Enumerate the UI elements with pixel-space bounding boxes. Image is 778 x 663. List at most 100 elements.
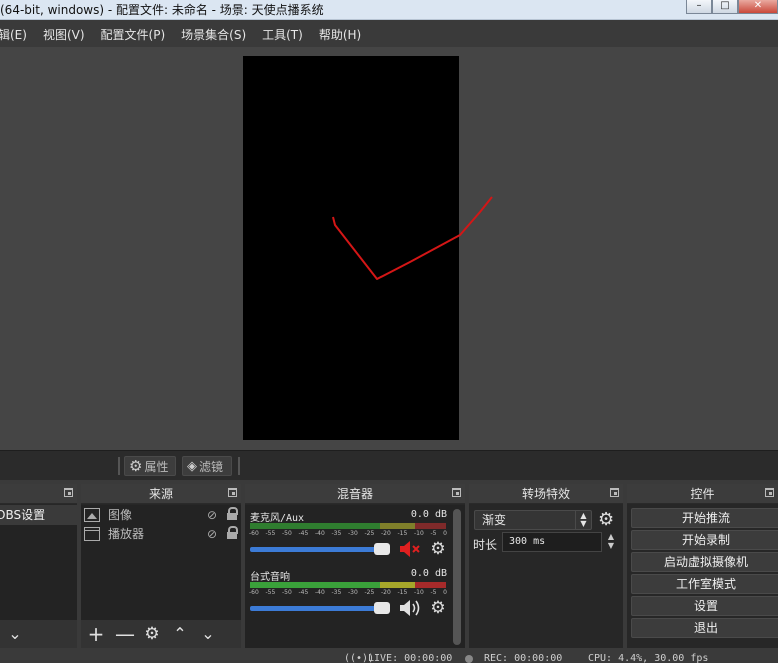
menu-bar: 辑(E) 视图(V) 配置文件(P) 场景集合(S) 工具(T) 帮助(H)	[0, 22, 778, 47]
duration-input[interactable]: 300 ms	[502, 532, 602, 552]
float-dock-icon[interactable]	[610, 488, 619, 497]
controls-body: 开始推流 开始录制 启动虚拟摄像机 工作室模式 设置 退出	[627, 505, 778, 648]
transition-selected: 渐变	[482, 513, 507, 527]
status-bar: ((•)) LIVE: 00:00:00 REC: 00:00:00 CPU: …	[0, 648, 778, 663]
transition-select[interactable]: 渐变 ▲ ▼	[474, 510, 592, 530]
cpu-status: CPU: 4.4%, 30.00 fps	[588, 653, 709, 663]
window-title: (64-bit, windows) - 配置文件: 未命名 - 场景: 天使点播…	[0, 3, 324, 17]
lock-icon[interactable]	[227, 507, 238, 520]
gear-icon: ⚙	[129, 457, 143, 475]
sources-list: 图像 ⊘ 播放器 ⊘	[81, 505, 241, 620]
float-dock-icon[interactable]	[452, 488, 461, 497]
volume-meter	[250, 523, 446, 529]
menu-tools[interactable]: 工具(T)	[254, 26, 311, 43]
controls-dock: 控件 开始推流 开始录制 启动虚拟摄像机 工作室模式 设置 退出	[627, 484, 778, 648]
sources-dock: 来源 图像 ⊘ 播放器 ⊘ + — ⚙ ⌃ ⌄	[81, 484, 241, 648]
menu-profile[interactable]: 配置文件(P)	[93, 26, 174, 43]
add-icon[interactable]: +	[87, 624, 105, 644]
speaker-icon[interactable]	[399, 599, 423, 617]
filter-icon: ◈	[187, 458, 197, 474]
volume-slider[interactable]	[250, 606, 390, 611]
visibility-eye-icon[interactable]: ⊘	[207, 508, 217, 522]
mixer-scrollbar[interactable]	[453, 509, 461, 645]
volume-slider[interactable]	[250, 547, 390, 552]
float-dock-icon[interactable]	[765, 488, 774, 497]
window-controls: – □ ✕	[686, 0, 778, 14]
scenes-toolbar: ⌄	[0, 620, 77, 648]
duration-stepper-icon[interactable]: ▲ ▼	[604, 532, 618, 552]
source-item[interactable]: 图像 ⊘	[81, 505, 241, 524]
preview-area[interactable]	[0, 47, 778, 450]
studio-mode-button[interactable]: 工作室模式	[631, 574, 778, 594]
start-recording-button[interactable]: 开始录制	[631, 530, 778, 550]
gear-icon[interactable]: ⚙	[429, 599, 447, 617]
start-streaming-button[interactable]: 开始推流	[631, 508, 778, 528]
source-name: 图像	[108, 508, 133, 522]
properties-label: 属性	[144, 459, 169, 474]
sources-toolbar: + — ⚙ ⌃ ⌄	[81, 620, 241, 648]
move-up-icon[interactable]: ⌃	[171, 624, 189, 644]
scenes-dock: OBS设置 ⌄	[0, 484, 77, 648]
live-status: LIVE: 00:00:00	[368, 653, 453, 663]
scene-item[interactable]: OBS设置	[0, 505, 77, 525]
sources-title: 来源	[148, 487, 173, 501]
transitions-dock-header: 转场特效	[469, 484, 623, 504]
menu-help[interactable]: 帮助(H)	[311, 26, 369, 43]
minimize-icon[interactable]: –	[686, 0, 712, 14]
transitions-title: 转场特效	[521, 487, 570, 501]
media-source-icon	[84, 526, 100, 541]
meter-scale: -60 -55 -50 -45 -40 -35 -30 -25 -20 -15 -10 -5 0	[249, 530, 447, 537]
filters-label: 滤镜	[199, 459, 224, 474]
move-down-icon[interactable]: ⌄	[199, 624, 217, 644]
float-dock-icon[interactable]	[228, 488, 237, 497]
channel-db: 0.0 dB	[410, 509, 447, 520]
image-icon	[84, 507, 100, 522]
annotation-checkmark	[332, 196, 493, 280]
muted-speaker-icon[interactable]	[399, 540, 423, 558]
exit-button[interactable]: 退出	[631, 618, 778, 638]
maximize-icon[interactable]: □	[712, 0, 738, 14]
transitions-body: 渐变 ▲ ▼ ⚙ 时长 300 ms ▲ ▼	[469, 505, 623, 648]
volume-slider-handle[interactable]	[374, 602, 390, 614]
toolbar-separator	[238, 457, 240, 475]
properties-button[interactable]: ⚙ 属性	[124, 456, 176, 476]
float-dock-icon[interactable]	[64, 488, 73, 497]
filters-button[interactable]: ◈ 滤镜	[182, 456, 232, 476]
settings-button[interactable]: 设置	[631, 596, 778, 616]
audio-mixer-dock: 混音器 麦克风/Aux 0.0 dB -60 -55 -50 -45 -40 -35 -30…	[245, 484, 465, 648]
chevron-updown-icon: ▲ ▼	[575, 511, 591, 529]
window-title-bar: (64-bit, windows) - 配置文件: 未命名 - 场景: 天使点播…	[0, 0, 778, 20]
mixer-channel-mic: 麦克风/Aux 0.0 dB -60 -55 -50 -45 -40 -35 -30 -25-…	[249, 509, 449, 565]
scene-item-label: OBS设置	[0, 508, 46, 522]
scenes-dock-header	[0, 484, 77, 504]
meter-scale: -60 -55 -50 -45 -40 -35 -30 -25 -20 -15 -10 -5 0	[249, 589, 447, 596]
volume-slider-handle[interactable]	[374, 543, 390, 555]
source-item[interactable]: 播放器 ⊘	[81, 524, 241, 543]
menu-view[interactable]: 视图(V)	[35, 26, 93, 43]
move-scene-down-icon[interactable]: ⌄	[6, 624, 24, 644]
mixer-title: 混音器	[336, 487, 373, 501]
lock-icon[interactable]	[227, 526, 238, 539]
context-toolbar: ⚙ 属性 ◈ 滤镜	[0, 450, 778, 480]
channel-name: 麦克风/Aux	[250, 513, 305, 524]
visibility-eye-icon[interactable]: ⊘	[207, 527, 217, 541]
start-virtual-camera-button[interactable]: 启动虚拟摄像机	[631, 552, 778, 572]
mixer-body: 麦克风/Aux 0.0 dB -60 -55 -50 -45 -40 -35 -30 -25-…	[245, 505, 465, 648]
scene-transitions-dock: 转场特效 渐变 ▲ ▼ ⚙ 时长 300 ms ▲ ▼	[469, 484, 623, 648]
rec-status: REC: 00:00:00	[484, 653, 563, 663]
gear-icon[interactable]: ⚙	[143, 624, 161, 644]
remove-icon[interactable]: —	[115, 624, 135, 644]
menu-edit[interactable]: 辑(E)	[0, 26, 35, 43]
gear-icon[interactable]: ⚙	[598, 509, 614, 530]
controls-title: 控件	[690, 487, 715, 501]
channel-name: 台式音响	[250, 572, 290, 583]
menu-scene-collection[interactable]: 场景集合(S)	[173, 26, 254, 43]
toolbar-separator	[118, 457, 120, 475]
mixer-dock-header: 混音器	[245, 484, 465, 504]
scenes-list: OBS设置	[0, 505, 77, 620]
controls-dock-header: 控件	[627, 484, 778, 504]
record-dot-icon	[465, 655, 473, 663]
close-icon[interactable]: ✕	[738, 0, 778, 14]
sources-dock-header: 来源	[81, 484, 241, 504]
gear-icon[interactable]: ⚙	[429, 540, 447, 558]
